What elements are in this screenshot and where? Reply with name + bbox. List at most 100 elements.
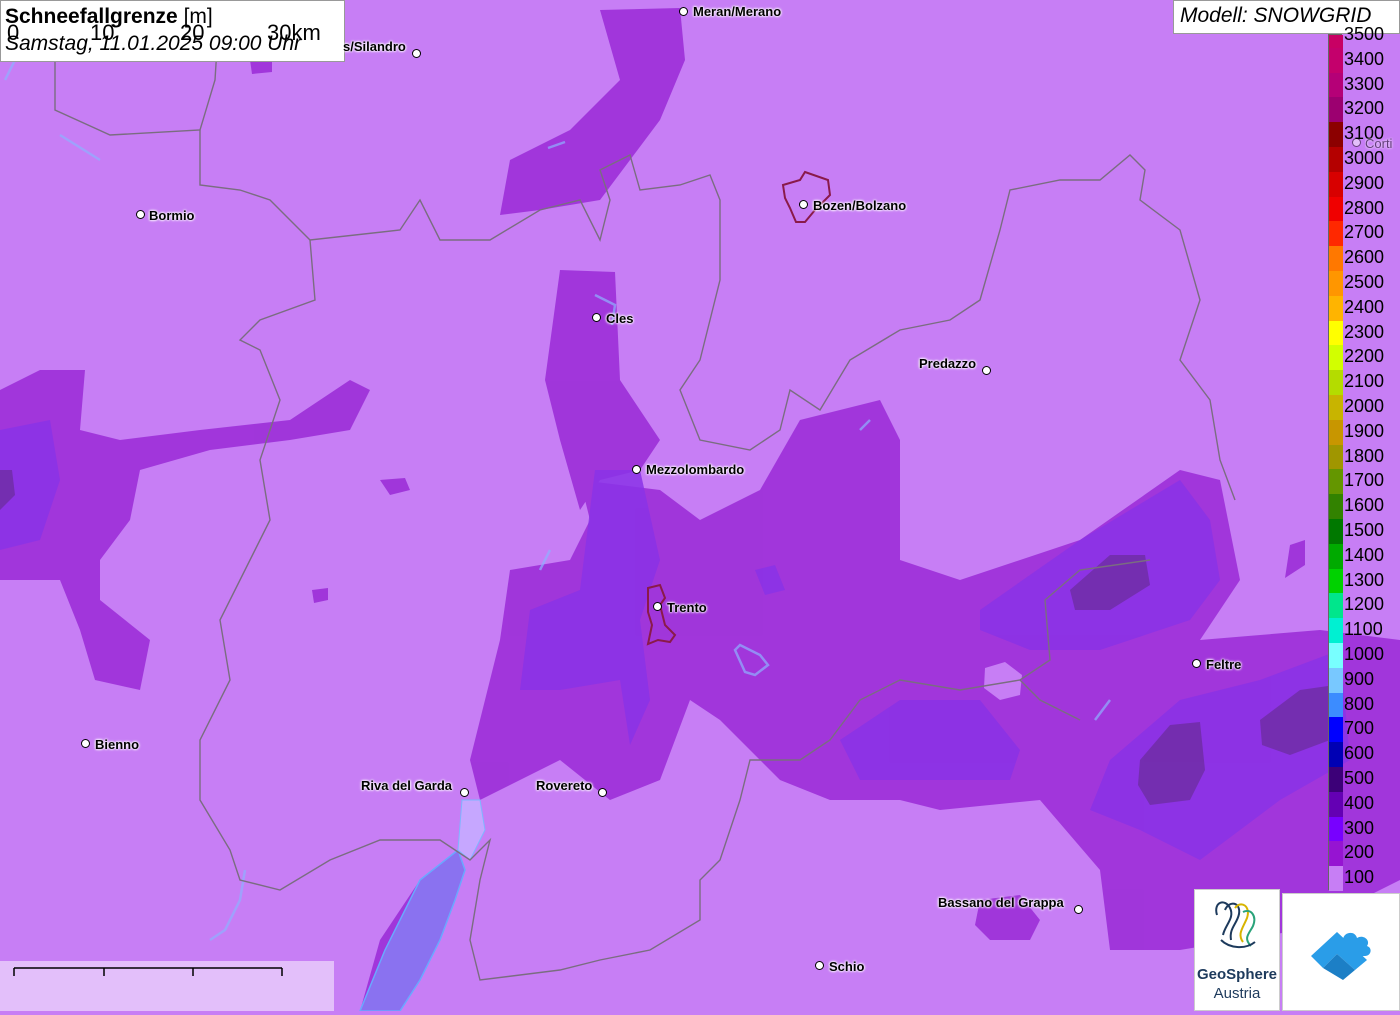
legend-label-2500: 2500 — [1344, 272, 1385, 292]
legend-swatch-3200 — [1329, 97, 1343, 123]
city-marker-schio[interactable] — [815, 961, 824, 970]
legend-label-600: 600 — [1344, 743, 1375, 764]
scale-label-10: 10 — [90, 20, 115, 45]
scale-label-30km: 30km — [267, 20, 321, 45]
legend-label-1000: 1000 — [1344, 644, 1385, 664]
legend-label-900: 900 — [1344, 668, 1375, 689]
city-label-cles[interactable]: Cles — [606, 312, 633, 326]
legend-label-2200: 2200 — [1344, 346, 1385, 367]
legend-swatch-1000 — [1329, 643, 1343, 668]
logo-name-line1: GeoSphere — [1196, 966, 1278, 983]
legend-label-1300: 1300 — [1344, 569, 1385, 590]
legend-label-1800: 1800 — [1344, 445, 1385, 466]
city-label-bormio[interactable]: Bormio — [149, 209, 195, 223]
city-label-mezzolombardo[interactable]: Mezzolombardo — [646, 463, 744, 477]
legend-swatch-600 — [1329, 742, 1343, 767]
legend-label-2400: 2400 — [1344, 296, 1385, 317]
color-legend: 3500 3400 3300 3200 3100 3000 2900 2800 2700 2600… — [1328, 25, 1400, 891]
city-marker-feltre[interactable] — [1192, 659, 1201, 668]
city-label-rovereto[interactable]: Rovereto — [536, 779, 592, 793]
legend-swatch-1800 — [1329, 444, 1343, 470]
city-label-schio[interactable]: Schio — [829, 960, 864, 974]
city-marker-bienno[interactable] — [81, 739, 90, 748]
legend-swatch-3400 — [1329, 47, 1343, 73]
legend-swatch-1500 — [1329, 519, 1343, 544]
legend-label-3400: 3400 — [1344, 48, 1385, 69]
city-marker-bassano-del-grappa[interactable] — [1074, 905, 1083, 914]
legend-swatch-2500 — [1329, 271, 1343, 296]
scale-label-0: 0 — [7, 20, 20, 45]
legend-swatch-700 — [1329, 717, 1343, 743]
legend-label-1100: 1100 — [1344, 619, 1383, 640]
legend-color-bar — [1328, 34, 1343, 891]
legend-label-1900: 1900 — [1344, 420, 1385, 441]
city-marker-cles[interactable] — [592, 313, 601, 322]
legend-swatch-100 — [1329, 866, 1343, 891]
legend-swatch-1400 — [1329, 543, 1343, 569]
legend-label-1700: 1700 — [1344, 470, 1385, 491]
legend-label-200: 200 — [1344, 842, 1375, 863]
city-marker-riva-del-garda[interactable] — [460, 788, 469, 797]
city-label-corti[interactable]: Corti — [1365, 137, 1400, 151]
legend-swatch-2100 — [1329, 370, 1343, 395]
legend-label-1200: 1200 — [1344, 594, 1385, 615]
legend-label-3200: 3200 — [1344, 98, 1385, 119]
city-marker-rovereto[interactable] — [598, 788, 607, 797]
legend-label-800: 800 — [1344, 693, 1375, 714]
legend-swatch-2700 — [1329, 221, 1343, 247]
city-label-s-silandro[interactable]: s/Silandro — [343, 40, 406, 54]
legend-swatch-200 — [1329, 841, 1343, 867]
city-label-bienno[interactable]: Bienno — [95, 738, 139, 752]
legend-swatch-1600 — [1329, 494, 1343, 519]
legend-swatch-900 — [1329, 667, 1343, 693]
legend-swatch-1900 — [1329, 419, 1343, 445]
legend-label-2000: 2000 — [1344, 396, 1385, 416]
legend-label-3500: 3500 — [1344, 24, 1385, 44]
city-marker-corti[interactable] — [1352, 138, 1361, 147]
legend-swatch-2400 — [1329, 295, 1343, 321]
legend-swatch-2600 — [1329, 246, 1343, 271]
city-marker-mezzolombardo[interactable] — [632, 465, 641, 474]
city-label-meran-merano[interactable]: Meran/Merano — [693, 5, 781, 19]
legend-swatch-2900 — [1329, 171, 1343, 197]
legend-swatch-2000 — [1329, 395, 1343, 420]
legend-swatch-2800 — [1329, 196, 1343, 222]
legend-label-300: 300 — [1344, 817, 1375, 838]
legend-swatch-1700 — [1329, 469, 1343, 495]
legend-swatch-1100 — [1329, 618, 1343, 643]
legend-label-1400: 1400 — [1344, 544, 1385, 565]
legend-label-2300: 2300 — [1344, 321, 1385, 342]
geosphere-logo-icon — [1215, 901, 1256, 948]
cloud-arrow-icon — [1311, 932, 1371, 980]
legend-label-2600: 2600 — [1344, 247, 1385, 268]
city-marker-trento[interactable] — [653, 602, 662, 611]
legend-swatch-3100 — [1329, 122, 1343, 147]
legend-swatch-1300 — [1329, 568, 1343, 594]
legend-label-1500: 1500 — [1344, 520, 1385, 540]
city-label-riva-del-garda[interactable]: Riva del Garda — [361, 779, 452, 793]
city-marker-predazzo[interactable] — [982, 366, 991, 375]
city-marker-bormio[interactable] — [136, 210, 145, 219]
city-label-predazzo[interactable]: Predazzo — [919, 357, 976, 371]
city-marker-meran-merano[interactable] — [679, 7, 688, 16]
app-logo[interactable] — [1282, 893, 1400, 1011]
city-label-bassano-del-grappa[interactable]: Bassano del Grappa — [938, 896, 1064, 910]
city-marker-bozen-bolzano[interactable] — [799, 200, 808, 209]
legend-swatch-400 — [1329, 791, 1343, 817]
legend-swatch-2200 — [1329, 345, 1343, 371]
city-label-feltre[interactable]: Feltre — [1206, 658, 1241, 672]
city-marker-s-silandro[interactable] — [412, 49, 421, 58]
snowfall-line-map[interactable] — [0, 0, 1400, 1011]
legend-label-2100: 2100 — [1344, 371, 1385, 392]
logo-name-line2: Austria — [1213, 985, 1261, 1002]
legend-swatch-1200 — [1329, 593, 1343, 619]
city-label-bozen-bolzano[interactable]: Bozen/Bolzano — [813, 199, 906, 213]
geosphere-logo[interactable]: GeoSphere Austria — [1194, 889, 1280, 1011]
city-label-trento[interactable]: Trento — [667, 601, 707, 615]
legend-swatch-500 — [1329, 767, 1343, 792]
legend-label-700: 700 — [1344, 718, 1375, 739]
legend-swatch-3300 — [1329, 72, 1343, 98]
legend-label-500: 500 — [1344, 768, 1375, 788]
scale-label-20: 20 — [180, 20, 205, 45]
legend-swatch-300 — [1329, 816, 1343, 842]
